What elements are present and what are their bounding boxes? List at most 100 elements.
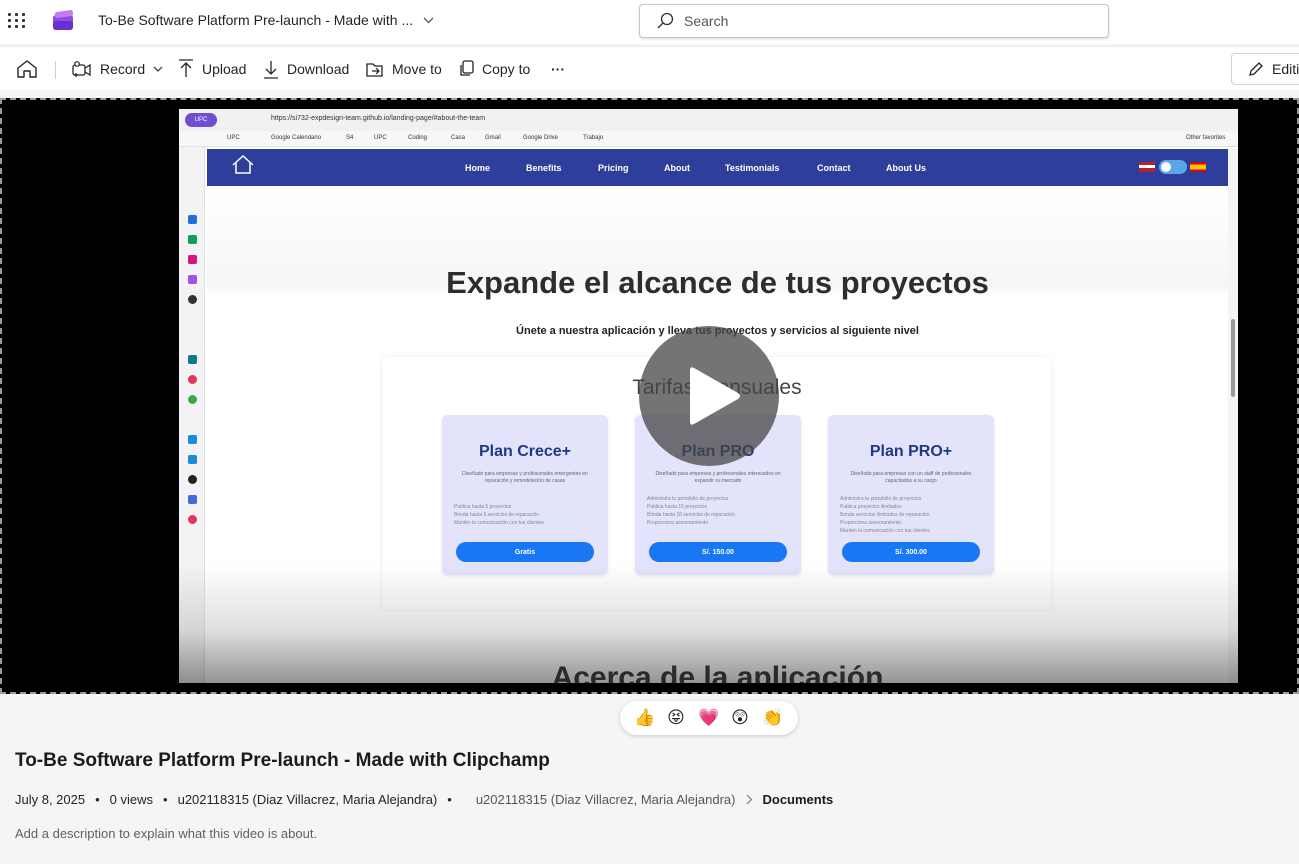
- description-field[interactable]: Add a description to explain what this v…: [15, 826, 317, 841]
- site-nav-item: Pricing: [598, 163, 629, 173]
- sidebar-app-icon: [188, 475, 197, 484]
- video-bottom-fade: Acerca de la aplicación: [179, 563, 1238, 683]
- bookmark: S4: [346, 135, 354, 141]
- reaction-surprised[interactable]: 😲: [730, 708, 750, 728]
- plan-feature: Administra tu portafolio de proyectos: [840, 496, 922, 502]
- plan-card: Plan Crece+ Diseñado para empresas y pro…: [442, 415, 608, 575]
- site-logo-icon: [232, 154, 254, 174]
- reaction-laugh[interactable]: 😝: [666, 708, 686, 728]
- edit-icon: [1249, 62, 1263, 76]
- chevron-down-icon: [153, 66, 163, 72]
- move-to-button[interactable]: Move to: [366, 55, 442, 83]
- plan-feature: Proporciona asesoramiento: [647, 520, 709, 526]
- bookmark: Other favorites: [1186, 135, 1226, 141]
- plan-price-button: S/. 300.00: [842, 542, 980, 562]
- plan-feature: Brinda hasta 10 servicios de reparación: [647, 512, 735, 518]
- sidebar-app-icon: [188, 515, 197, 524]
- bookmark: Google Drive: [523, 135, 559, 141]
- chevron-right-icon: [746, 794, 752, 805]
- site-nav-item: About: [664, 163, 690, 173]
- video-title: To-Be Software Platform Pre-launch - Mad…: [15, 750, 550, 771]
- plan-price-button: Gratis: [456, 542, 594, 562]
- plan-card: Plan PRO+ Diseñado para empresas con un …: [828, 415, 994, 575]
- clipchamp-logo-icon: [53, 10, 74, 30]
- download-icon: [264, 61, 278, 79]
- separator-dot: •: [95, 792, 100, 807]
- site-nav-item: Home: [465, 163, 491, 173]
- sidebar-app-icon: [188, 455, 197, 464]
- site-nav-item: Contact: [817, 163, 851, 173]
- location-owner-link[interactable]: u202118315 (Diaz Villacrez, Maria Alejan…: [476, 792, 736, 807]
- plan-feature: Proporciona asesoramiento: [840, 520, 902, 526]
- plan-features: Administra tu portafolio de proyectos Pu…: [647, 495, 735, 527]
- edit-label: Editi: [1272, 61, 1299, 77]
- reactions-bar: 👍 😝 💗 😲 👏: [620, 701, 798, 735]
- edit-button[interactable]: Editi: [1231, 53, 1299, 85]
- top-bar: To-Be Software Platform Pre-launch - Mad…: [0, 0, 1299, 44]
- reaction-love[interactable]: 💗: [698, 708, 719, 728]
- search-input[interactable]: Search: [639, 4, 1109, 38]
- separator-dot: •: [447, 792, 452, 807]
- upload-button[interactable]: Upload: [178, 55, 246, 83]
- plan-feature: Publica hasta 5 proyectos: [454, 504, 512, 510]
- move-to-icon: [366, 63, 383, 77]
- location-folder-link[interactable]: Documents: [763, 792, 834, 807]
- view-count: 0 views: [109, 792, 154, 807]
- chevron-down-icon: [423, 17, 434, 23]
- sidebar-app-icon: [188, 255, 197, 264]
- sidebar-app-icon: [188, 435, 197, 444]
- us-flag-icon: [1139, 162, 1155, 172]
- more-options-button[interactable]: ···: [551, 55, 565, 83]
- plan-feature: Mantén la comunicación con tus clientes: [840, 528, 930, 534]
- reaction-applause[interactable]: 👏: [762, 708, 783, 728]
- download-label: Download: [287, 61, 350, 77]
- move-to-label: Move to: [392, 61, 442, 77]
- recorded-site-nav: Home Benefits Pricing About Testimonials…: [207, 149, 1228, 186]
- plan-description: Diseñado para empresas con un staff de p…: [850, 471, 972, 484]
- search-placeholder: Search: [684, 13, 729, 29]
- plan-name: Plan PRO+: [869, 443, 953, 460]
- record-button[interactable]: Record: [72, 55, 163, 83]
- owner-name[interactable]: u202118315 (Diaz Villacrez, Maria Alejan…: [178, 792, 438, 807]
- download-button[interactable]: Download: [263, 55, 349, 83]
- bookmark: UPC: [227, 135, 240, 141]
- bookmark: Google Calendario: [271, 135, 322, 141]
- sidebar-app-icon: [188, 275, 197, 284]
- document-title-dropdown[interactable]: To-Be Software Platform Pre-launch - Mad…: [98, 12, 434, 28]
- bookmark: Coding: [408, 135, 428, 141]
- play-button[interactable]: [639, 326, 779, 466]
- upload-label: Upload: [202, 61, 247, 77]
- recorded-bookmarks-bar: UPC Google Calendario S4 UPC Coding Casa…: [179, 131, 1238, 147]
- waffle-icon[interactable]: [6, 11, 25, 29]
- play-icon: [690, 367, 740, 425]
- plan-feature: Mantén la comunicación con tus clientes: [454, 520, 544, 526]
- record-icon: [72, 61, 91, 77]
- sidebar-app-icon: [188, 215, 197, 224]
- plan-description: Diseñado para empresas y profesionales e…: [462, 471, 588, 484]
- plan-feature: Brinda servicios ilimitados de reparació…: [840, 512, 930, 518]
- video-metadata: July 8, 2025 • 0 views • u202118315 (Dia…: [15, 792, 833, 807]
- plan-features: Publica hasta 5 proyectos Brinda hasta 5…: [454, 503, 544, 527]
- more-options-icon: ···: [551, 61, 565, 77]
- plan-description: Diseñado para empresas y profesionales i…: [655, 471, 781, 484]
- language-toggle: [1159, 160, 1187, 174]
- search-icon: [657, 12, 674, 29]
- home-icon: [17, 60, 37, 78]
- reaction-like[interactable]: 👍: [634, 708, 655, 728]
- bookmark: UPC: [374, 135, 387, 141]
- plan-price-button: S/. 150.00: [649, 542, 787, 562]
- sidebar-app-icon: [188, 235, 197, 244]
- record-label: Record: [100, 61, 146, 77]
- site-nav-item: Testimonials: [725, 163, 780, 173]
- document-title: To-Be Software Platform Pre-launch - Mad…: [98, 12, 414, 28]
- spain-flag-icon: [1190, 162, 1206, 172]
- plan-name: Plan Crece+: [478, 443, 572, 460]
- recorded-heading: Expande el alcance de tus proyectos: [446, 265, 989, 300]
- sidebar-app-icon: [188, 375, 197, 384]
- upload-date: July 8, 2025: [15, 792, 86, 807]
- copy-to-button[interactable]: Copy to: [458, 55, 530, 83]
- plan-feature: Administra tu portafolio de proyectos: [647, 496, 729, 502]
- home-button[interactable]: [16, 55, 38, 83]
- sidebar-app-icon: [188, 295, 197, 304]
- toolbar-divider: [55, 61, 56, 79]
